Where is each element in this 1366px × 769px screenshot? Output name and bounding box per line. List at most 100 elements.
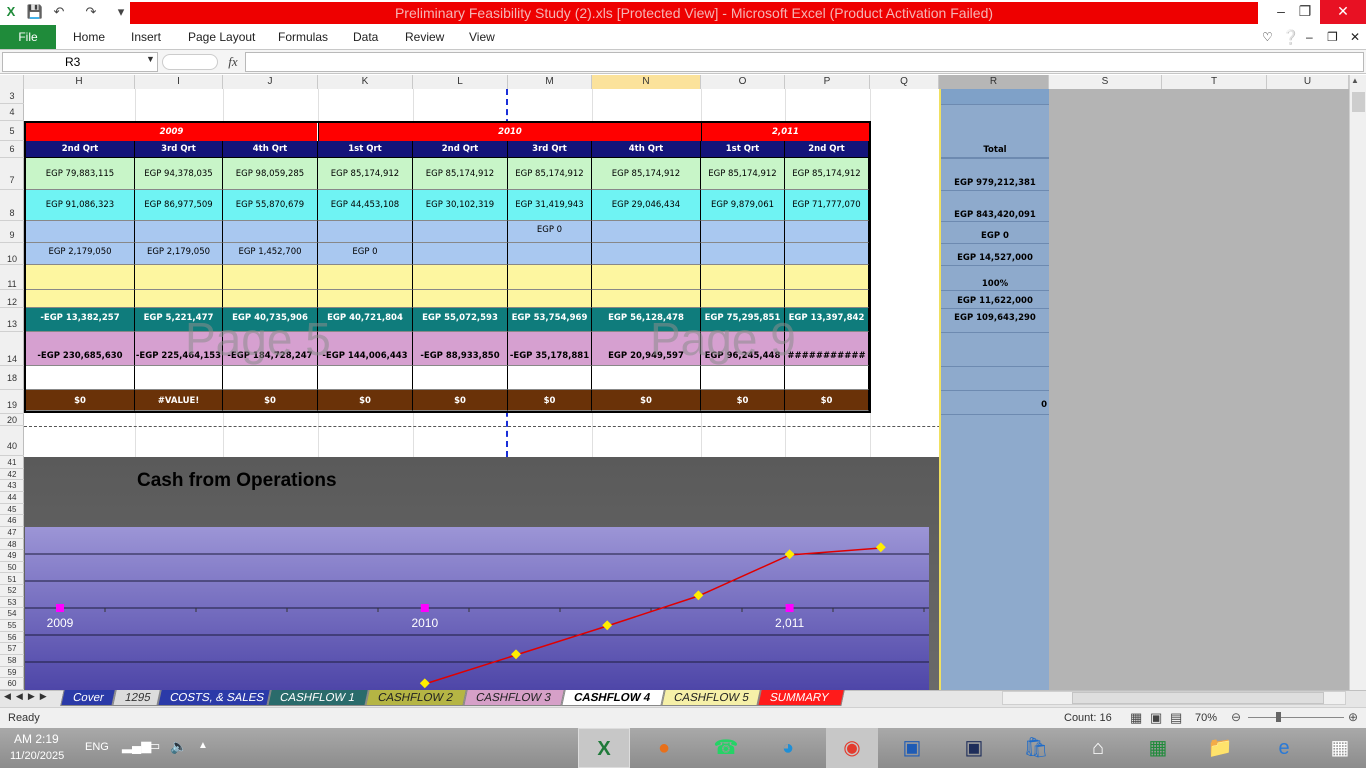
- table-cell-row-11[interactable]: [26, 265, 135, 290]
- table-cell-row-14[interactable]: -EGP 230,685,630: [26, 332, 135, 366]
- table-cell-quarter-header[interactable]: 1st Qrt: [318, 141, 413, 158]
- tab-file[interactable]: File: [0, 25, 56, 49]
- table-cell-row-8[interactable]: EGP 30,102,319: [413, 190, 508, 221]
- show-hidden-icons-icon[interactable]: ▲: [198, 740, 208, 751]
- table-cell-row-10[interactable]: EGP 2,179,050: [26, 243, 135, 265]
- column-header-m[interactable]: M: [508, 75, 592, 89]
- sheet-tab[interactable]: CASHFLOW 2: [365, 690, 467, 706]
- table-cell-row-11[interactable]: [135, 265, 223, 290]
- row-header[interactable]: 43: [0, 480, 24, 492]
- table-cell-row-9[interactable]: [701, 221, 785, 243]
- row-header[interactable]: 11: [0, 265, 24, 290]
- table-cell-quarter-header[interactable]: 2nd Qrt: [413, 141, 508, 158]
- horizontal-scroll-thumb[interactable]: [1072, 692, 1324, 704]
- column-header-k[interactable]: K: [318, 75, 413, 89]
- table-cell-row-8[interactable]: EGP 55,870,679: [223, 190, 318, 221]
- table-cell-row-12[interactable]: [508, 290, 592, 308]
- table-cell-row-18[interactable]: [135, 366, 223, 390]
- sheet-tab[interactable]: CASHFLOW 1: [267, 690, 369, 706]
- row-header[interactable]: 42: [0, 469, 24, 481]
- sheet-tab[interactable]: 1295: [112, 690, 161, 706]
- excel-app-icon[interactable]: X: [2, 3, 20, 21]
- table-cell-row-14[interactable]: -EGP 88,933,850: [413, 332, 508, 366]
- taskbar-ie-icon[interactable]: e: [1264, 728, 1304, 768]
- table-cell-row-11[interactable]: [701, 265, 785, 290]
- tab-data[interactable]: Data: [353, 25, 378, 49]
- row-header[interactable]: 58: [0, 655, 24, 667]
- table-cell-row-18[interactable]: [223, 366, 318, 390]
- table-cell-row-12[interactable]: [785, 290, 869, 308]
- table-cell-row-9[interactable]: [135, 221, 223, 243]
- name-box-dropdown-icon[interactable]: ▼: [146, 54, 155, 64]
- year-2010[interactable]: 2010: [318, 123, 701, 141]
- table-cell-row-19[interactable]: $0: [26, 390, 135, 411]
- save-icon[interactable]: 💾: [26, 3, 44, 21]
- row-header[interactable]: 19: [0, 390, 24, 414]
- column-header-n[interactable]: N: [592, 75, 701, 89]
- table-cell-row-18[interactable]: [318, 366, 413, 390]
- column-header-s[interactable]: S: [1049, 75, 1162, 89]
- row-header[interactable]: 56: [0, 632, 24, 644]
- table-cell-row-9[interactable]: EGP 0: [508, 221, 592, 243]
- table-cell-row-8[interactable]: EGP 86,977,509: [135, 190, 223, 221]
- tab-insert[interactable]: Insert: [131, 25, 161, 49]
- help-icon[interactable]: ❔: [1282, 25, 1299, 49]
- row-header[interactable]: 10: [0, 243, 24, 265]
- table-cell-row-19[interactable]: $0: [785, 390, 869, 411]
- row-header[interactable]: 6: [0, 141, 24, 158]
- row-header[interactable]: 59: [0, 667, 24, 679]
- table-cell-row-19[interactable]: #VALUE!: [135, 390, 223, 411]
- workbook-minimize-button[interactable]: –: [1306, 25, 1313, 49]
- table-cell-row-10[interactable]: [785, 243, 869, 265]
- table-cell-row-18[interactable]: [413, 366, 508, 390]
- vertical-scroll-thumb[interactable]: [1352, 92, 1365, 112]
- table-cell-row-7[interactable]: EGP 94,378,035: [135, 158, 223, 190]
- row-header[interactable]: 40: [0, 426, 24, 456]
- table-cell-row-10[interactable]: [413, 243, 508, 265]
- table-cell-row-12[interactable]: [223, 290, 318, 308]
- row-header[interactable]: 54: [0, 608, 24, 621]
- zoom-out-icon[interactable]: ⊖: [1231, 710, 1241, 724]
- table-cell-row-19[interactable]: $0: [318, 390, 413, 411]
- row-header[interactable]: 5: [0, 121, 24, 141]
- zoom-slider[interactable]: [1248, 717, 1344, 718]
- table-cell-quarter-header[interactable]: 4th Qrt: [223, 141, 318, 158]
- column-header-i[interactable]: I: [135, 75, 223, 89]
- table-cell-row-14[interactable]: ###########: [785, 332, 869, 366]
- sheet-tab[interactable]: SUMMARY: [757, 690, 845, 706]
- table-cell-row-18[interactable]: [26, 366, 135, 390]
- table-cell-row-9[interactable]: [318, 221, 413, 243]
- undo-icon[interactable]: ↶: [50, 3, 68, 21]
- row-header[interactable]: 55: [0, 620, 24, 632]
- row-header[interactable]: 41: [0, 457, 24, 469]
- taskbar-home-icon[interactable]: ⌂: [1078, 728, 1118, 768]
- customize-qat-icon[interactable]: ▾: [112, 3, 130, 21]
- table-cell-row-14[interactable]: -EGP 35,178,881: [508, 332, 592, 366]
- row-header[interactable]: 46: [0, 515, 24, 527]
- row-header[interactable]: 48: [0, 539, 24, 551]
- table-cell-row-9[interactable]: [223, 221, 318, 243]
- row-header[interactable]: 13: [0, 308, 24, 332]
- table-cell-row-10[interactable]: EGP 1,452,700: [223, 243, 318, 265]
- column-header-h[interactable]: H: [24, 75, 135, 89]
- network-icon[interactable]: ▂▄▆: [122, 738, 151, 754]
- close-button[interactable]: ✕: [1320, 0, 1366, 24]
- vertical-scrollbar[interactable]: [1349, 75, 1366, 690]
- table-cell-row-10[interactable]: EGP 2,179,050: [135, 243, 223, 265]
- row-header[interactable]: 44: [0, 492, 24, 504]
- table-cell-row-7[interactable]: EGP 85,174,912: [592, 158, 701, 190]
- table-cell-row-13[interactable]: -EGP 13,382,257: [26, 308, 135, 332]
- taskbar-maxthon-icon[interactable]: ▣: [892, 728, 932, 768]
- row-header[interactable]: 47: [0, 527, 24, 539]
- column-header-j[interactable]: J: [223, 75, 318, 89]
- table-cell-row-11[interactable]: [785, 265, 869, 290]
- table-cell-row-11[interactable]: [318, 265, 413, 290]
- workbook-close-button[interactable]: ✕: [1350, 25, 1360, 49]
- sheet-nav-arrows-icon[interactable]: ◀◀▶▶: [4, 691, 52, 702]
- table-cell-row-18[interactable]: [508, 366, 592, 390]
- table-cell-row-8[interactable]: EGP 71,777,070: [785, 190, 869, 221]
- table-cell-row-9[interactable]: [413, 221, 508, 243]
- table-cell-row-12[interactable]: [701, 290, 785, 308]
- table-cell-row-11[interactable]: [223, 265, 318, 290]
- zoom-level[interactable]: 70%: [1195, 708, 1217, 728]
